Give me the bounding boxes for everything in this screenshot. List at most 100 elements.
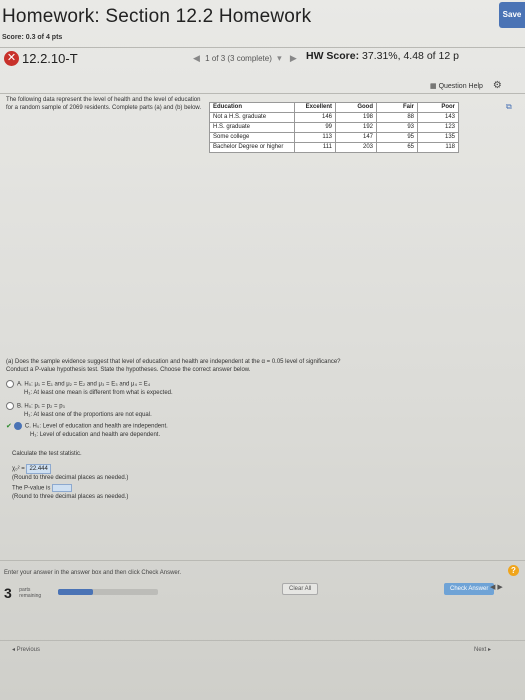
divider <box>0 47 525 48</box>
next-button[interactable]: Next ▸ <box>474 646 491 653</box>
hw-score-label: HW Score: <box>306 50 363 62</box>
dropdown-icon[interactable]: ▾ <box>277 53 282 63</box>
question-id: 12.2.10-T <box>22 51 78 66</box>
chi-square-label: χ₀² = <box>12 466 27 472</box>
table-cell: 113 <box>294 132 336 143</box>
progress-fill <box>58 589 93 595</box>
remaining-label: remaining <box>19 592 42 599</box>
table-header-cell: Fair <box>376 102 418 113</box>
option-h0: H₀: Level of education and health are in… <box>32 423 168 430</box>
round-note: (Round to three decimal places as needed… <box>12 493 129 500</box>
checkmark-icon: ✔ <box>6 422 12 430</box>
table-header-cell: Poor <box>417 102 459 113</box>
table-header-cell: Good <box>335 102 377 113</box>
p-value-label: The P-value is <box>12 485 51 492</box>
table-cell: 99 <box>294 122 336 133</box>
divider <box>0 640 525 641</box>
previous-button[interactable]: ◂ Previous <box>12 646 40 653</box>
problem-intro: The following data represent the level o… <box>6 97 202 111</box>
table-cell: 93 <box>376 122 418 133</box>
score-text: Score: 0.3 of 4 pts <box>2 34 63 41</box>
question-nav-label: 1 of 3 (3 complete) <box>205 54 272 63</box>
table-row: Some college 113 147 95 135 <box>209 132 459 143</box>
table-cell: Not a H.S. graduate <box>209 112 295 123</box>
divider <box>0 560 525 561</box>
table-cell: 146 <box>294 112 336 123</box>
answer-nav-arrows[interactable]: ◀ ▶ <box>490 583 503 591</box>
table-cell: 192 <box>335 122 377 133</box>
clear-all-button[interactable]: Clear All <box>282 583 319 595</box>
question-help-label[interactable]: Question Help <box>439 83 483 90</box>
table-cell: Some college <box>209 132 295 143</box>
option-letter: B. <box>17 403 23 410</box>
gear-icon[interactable]: ⚙ <box>493 80 502 91</box>
table-cell: 198 <box>335 112 377 123</box>
radio-option-a[interactable] <box>6 380 14 388</box>
table-cell: Bachelor Degree or higher <box>209 142 295 153</box>
table-row: Not a H.S. graduate 146 198 88 143 <box>209 112 459 123</box>
table-cell: H.S. graduate <box>209 122 295 133</box>
homework-title: Homework: Section 12.2 Homework <box>2 6 312 27</box>
p-value-row: The P-value is (Round to three decimal p… <box>12 484 128 501</box>
incorrect-x-icon: ✕ <box>4 51 19 66</box>
help-grid-icon: ▦ <box>430 83 437 90</box>
option-h1: H₁: At least one mean is different from … <box>24 389 173 396</box>
option-letter: C. <box>24 423 31 430</box>
check-answer-button[interactable]: Check Answer <box>444 583 495 595</box>
table-cell: 95 <box>376 132 418 143</box>
save-button[interactable]: Save <box>499 2 525 28</box>
progress-bar <box>58 589 158 595</box>
table-cell: 135 <box>417 132 459 143</box>
radio-option-b[interactable] <box>6 402 14 410</box>
part-a-question: (a) Does the sample evidence suggest tha… <box>6 358 506 374</box>
table-cell: 118 <box>417 142 459 153</box>
table-cell: 123 <box>417 122 459 133</box>
option-h1: H₁: Level of education and health are de… <box>30 431 161 438</box>
option-h0: H₀: μ₁ = E₁ and μ₂ = E₂ and μ₃ = E₃ and … <box>24 381 151 388</box>
option-c[interactable]: ✔ C. H₀: Level of education and health ar… <box>6 422 168 439</box>
table-cell: 88 <box>376 112 418 123</box>
table-cell: 111 <box>294 142 336 153</box>
part-a-instruction: Conduct a P-value hypothesis test. State… <box>6 367 251 373</box>
table-cell: 143 <box>417 112 459 123</box>
round-note: (Round to three decimal places as needed… <box>12 475 129 481</box>
table-row: Bachelor Degree or higher 111 203 65 118 <box>209 142 459 153</box>
help-icon[interactable]: ? <box>508 565 519 576</box>
calculate-label: Calculate the test statistic. <box>12 451 82 457</box>
hw-score: HW Score: 37.31%, 4.48 of 12 p <box>306 50 459 62</box>
expand-table-icon[interactable]: ⧉ <box>506 102 512 112</box>
option-a[interactable]: A. H₀: μ₁ = E₁ and μ₂ = E₂ and μ₃ = E₃ a… <box>6 380 173 397</box>
parts-remaining-label: parts remaining <box>19 587 41 599</box>
option-b[interactable]: B. H₀: p₁ = p₂ = p₃ H₁: At least one of … <box>6 402 152 419</box>
table-cell: 147 <box>335 132 377 143</box>
question-help[interactable]: ▦ Question Help ⚙ <box>430 80 502 91</box>
instructions-text: Enter your answer in the answer box and … <box>4 570 182 576</box>
data-table: Education Excellent Good Fair Poor Not a… <box>209 102 459 153</box>
table-header-cell: Education <box>209 102 295 113</box>
prev-part-icon[interactable]: ◀ <box>490 584 495 591</box>
table-header-row: Education Excellent Good Fair Poor <box>209 102 459 113</box>
table-cell: 203 <box>335 142 377 153</box>
question-header: ✕ 12.2.10-T ◀ 1 of 3 (3 complete) ▾ ▶ HW… <box>0 50 525 70</box>
screen: Homework: Section 12.2 Homework Save Sco… <box>0 0 525 700</box>
p-value-input[interactable] <box>52 484 73 492</box>
table-row: H.S. graduate 99 192 93 123 <box>209 122 459 133</box>
table-header-cell: Excellent <box>294 102 336 113</box>
option-h1: H₁: At least one of the proportions are … <box>24 411 152 418</box>
table-cell: 65 <box>376 142 418 153</box>
parts-remaining: 3 parts remaining <box>4 584 41 602</box>
option-letter: A. <box>17 381 23 388</box>
divider <box>0 93 525 94</box>
option-h0: H₀: p₁ = p₂ = p₃ <box>24 403 65 410</box>
parts-remaining-count: 3 <box>4 584 12 601</box>
part-a-question-text: (a) Does the sample evidence suggest tha… <box>6 359 341 365</box>
next-part-icon[interactable]: ▶ <box>497 584 502 591</box>
test-statistic-answer[interactable]: 22.444 <box>26 464 51 474</box>
next-question-icon[interactable]: ▶ <box>290 53 297 63</box>
test-statistic-row: χ₀² = 22.444 (Round to three decimal pla… <box>12 464 128 482</box>
question-navigator[interactable]: ◀ 1 of 3 (3 complete) ▾ ▶ <box>190 53 300 64</box>
top-bar: Homework: Section 12.2 Homework Save <box>0 0 525 38</box>
radio-option-c-selected[interactable] <box>13 422 22 430</box>
hw-score-value: 37.31%, 4.48 of 12 p <box>362 50 459 62</box>
prev-question-icon[interactable]: ◀ <box>193 53 200 63</box>
